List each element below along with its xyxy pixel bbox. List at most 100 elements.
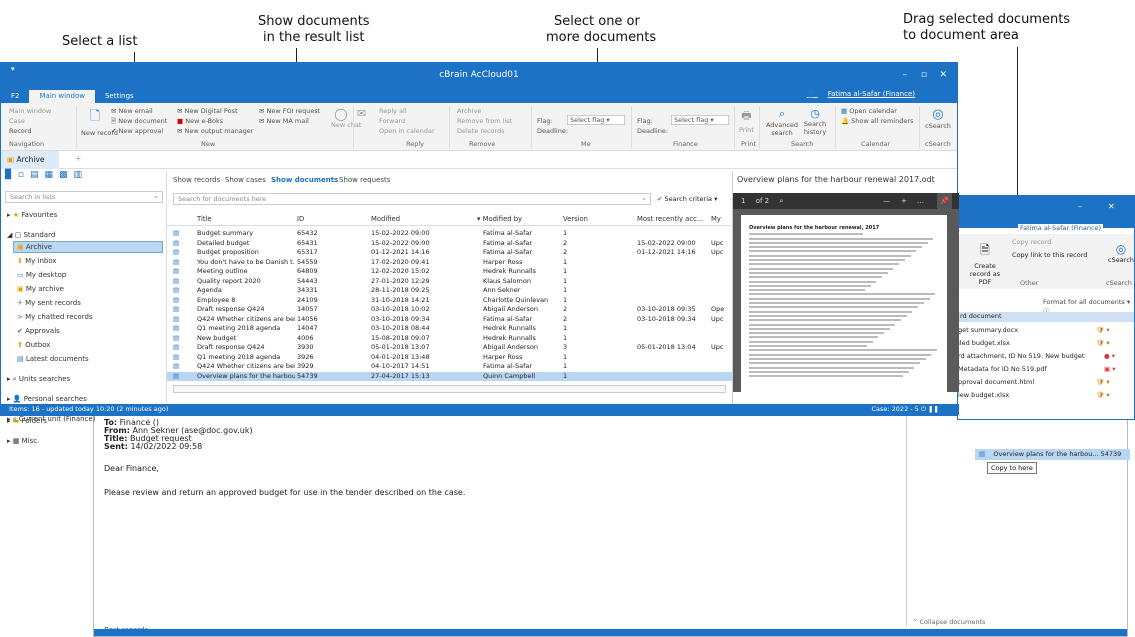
doc-item[interactable]: iew budget.xlsx [958, 391, 1009, 399]
page-number[interactable]: 1 [741, 197, 745, 205]
list-toolbar-icons[interactable]: ▉▫▤▦▩▥ [5, 170, 88, 180]
search-history-button[interactable]: ◷ Search history [803, 107, 827, 136]
print-button[interactable]: 🖶 Print [739, 107, 754, 134]
add-tab-icon[interactable]: + [75, 154, 81, 163]
user-link[interactable]: 👤 Fatima al-Safar (Finance) [797, 88, 935, 101]
tab-show-records[interactable]: Show records [173, 176, 220, 184]
new-foi-request-button[interactable]: ✉ New FOI request [259, 107, 320, 115]
table-row[interactable]: ▤ Draft response Q424 3930 05-01-2018 13:07… [167, 343, 732, 353]
doc-actions-icon[interactable]: 🛡 ▾ [1096, 391, 1110, 399]
user-link[interactable]: Fatima al-Safar (Finance) [1018, 224, 1104, 232]
reply-icon[interactable]: ✉ [357, 107, 366, 120]
list-approvals[interactable]: ✔ Approvals [17, 327, 60, 335]
zoom-in-icon[interactable]: + [901, 193, 907, 209]
table-row[interactable]: ▤ Q1 meeting 2018 agenda 3926 04-01-2018 13… [167, 353, 732, 363]
table-row[interactable]: ▤ Budget proposition 65317 01-12-2021 14:16… [167, 248, 732, 258]
doc-item[interactable]: Metadata for ID No 519.pdf [958, 365, 1047, 373]
maximize-icon[interactable]: ▫ [921, 70, 927, 80]
list-my-inbox[interactable]: ⬇ My inbox [17, 257, 57, 265]
doc-item[interactable]: iled budget.xlsx [958, 339, 1010, 347]
doc-actions-icon[interactable]: ▣ ▾ [1104, 365, 1115, 373]
main-window-button[interactable]: Main window [9, 107, 51, 115]
show-reminders-button[interactable]: 🔔 Show all reminders [841, 117, 913, 125]
new-email-button[interactable]: ✉ New email [111, 107, 153, 115]
list-outbox[interactable]: ⬆ Outbox [17, 341, 50, 349]
tab-f2[interactable]: F2 [1, 90, 29, 103]
table-row[interactable]: ▤ Quality report 2020 54443 27-01-2020 12:2… [167, 277, 732, 287]
doc-actions-icon[interactable]: 🛡 ▾ [1096, 326, 1110, 334]
close-icon[interactable]: ✕ [939, 70, 947, 80]
tree-units-searches[interactable]: ▸ ⌕ Units searches [7, 375, 70, 384]
new-chat-button[interactable]: ◯ New chat [331, 107, 361, 129]
tree-standard[interactable]: ◢ ▢ Standard [7, 231, 55, 239]
pin-icon[interactable]: 📌 [937, 193, 952, 209]
zoom-out-icon[interactable]: — [883, 193, 890, 209]
new-eboks-button[interactable]: ■ New e-Boks [177, 117, 223, 125]
tab-main-window[interactable]: Main window [29, 90, 95, 103]
csearch-button[interactable]: ◎ cSearch [925, 107, 951, 130]
select-flag-dropdown[interactable]: Select flag ▾ [567, 115, 625, 125]
table-row[interactable]: ▤ Q424 Whether citizens are bei... 3929 04-… [167, 362, 732, 372]
list-my-sent[interactable]: ✈ My sent records [17, 299, 81, 307]
copy-record-button[interactable]: Copy record [1012, 238, 1051, 246]
new-approval-button[interactable]: ✔ New approval [111, 127, 163, 135]
table-row[interactable]: ▤ You don't have to be Danish t... 54559 17… [167, 258, 732, 268]
table-row[interactable]: ▤ Draft response Q424 14057 03-10-2018 10:0… [167, 305, 732, 315]
doc-actions-icon[interactable]: 🛡 ▾ [1096, 339, 1110, 347]
reply-all-button[interactable]: Reply all [379, 107, 407, 115]
open-in-calendar-button[interactable]: Open in calendar [379, 127, 435, 135]
tree-misc[interactable]: ▸ ▦ Misc. [7, 437, 39, 445]
new-digital-post-button[interactable]: ✉ New Digital Post [177, 107, 238, 115]
table-row[interactable]: ▤ Detailed budget 65431 15-02-2022 09:00 Fat… [167, 239, 732, 249]
table-row[interactable]: ▤ Q424 Whether citizens are bei... 14056 03… [167, 315, 732, 325]
minimize-icon[interactable]: – [1078, 202, 1082, 211]
search-documents-input[interactable]: Search for documents here ⌕ [173, 193, 651, 205]
record-button[interactable]: Record [9, 127, 31, 135]
list-my-chatted[interactable]: > My chatted records [17, 313, 93, 321]
close-icon[interactable]: ✕ [1108, 202, 1115, 211]
doc-actions-icon[interactable]: ● ▾ [1104, 352, 1115, 360]
list-archive[interactable]: ▣ Archive [17, 243, 52, 251]
create-pdf-button[interactable]: 🗎 Create record as PDF [966, 241, 1004, 286]
search-icon[interactable]: ⌕ [779, 197, 783, 205]
tree-folders[interactable]: ▸ ▬ Folders [7, 417, 47, 425]
csearch-button[interactable]: ◎ cSearch [1108, 242, 1134, 264]
table-row[interactable]: ▤ Budget summary 65432 15-02-2022 09:00 Fati… [167, 229, 732, 239]
more-icon[interactable]: … [917, 193, 924, 209]
new-ma-mail-button[interactable]: ✉ New MA mail [259, 117, 309, 125]
doc-item[interactable]: rd attachment, ID No 519: New budget [958, 352, 1084, 360]
tab-show-cases[interactable]: Show cases [225, 176, 266, 184]
table-row[interactable]: ▤ Overview plans for the harbou... 54739 27… [167, 371, 732, 381]
search-criteria-button[interactable]: ✔ Search criteria ▾ [657, 195, 717, 203]
table-row[interactable]: ▤ Agenda 34331 28-11-2018 09:25 Ann Sekner 1 [167, 286, 732, 296]
table-row[interactable]: ▤ Employee 8 24109 31-10-2018 14:21 Charlott… [167, 296, 732, 306]
tree-favourites[interactable]: ▸ ★ Favourites [7, 211, 57, 219]
tab-settings[interactable]: Settings [95, 90, 144, 103]
delete-records-button[interactable]: Delete records [457, 127, 505, 135]
doc-actions-icon[interactable]: 🛡 ▾ [1096, 378, 1110, 386]
table-row[interactable]: ▤ Meeting outline 64809 12-02-2020 15:02 Hed… [167, 267, 732, 277]
open-calendar-button[interactable]: ▦ Open calendar [841, 107, 897, 115]
list-latest-documents[interactable]: ▤ Latest documents [17, 355, 89, 363]
search-lists-input[interactable]: Search in lists ⌕ [5, 191, 163, 203]
table-row[interactable]: ▤ Q1 meeting 2018 agenda 14047 03-10-2018 0… [167, 324, 732, 334]
horizontal-scrollbar[interactable] [173, 385, 726, 393]
doc-item[interactable]: pproval document.html [958, 378, 1034, 386]
new-output-manager-button[interactable]: ✉ New output manager [177, 127, 253, 135]
list-my-desktop[interactable]: ▭ My desktop [17, 271, 66, 279]
remove-from-list-button[interactable]: Remove from list [457, 117, 512, 125]
table-row[interactable]: ▤ New budget 4006 15-08-2018 09:07 Hedrek Ru… [167, 334, 732, 344]
doc-item[interactable]: get summary.docx [958, 326, 1018, 334]
list-my-archive[interactable]: ▣ My archive [17, 285, 64, 293]
minimize-icon[interactable]: – [903, 70, 908, 80]
tab-show-documents[interactable]: Show documents [271, 176, 338, 184]
tree-personal-searches[interactable]: ▸ 👤 Personal searches [7, 395, 87, 403]
new-record-button[interactable]: 🗋 New record [81, 107, 118, 137]
copy-link-button[interactable]: Copy link to this record [1012, 251, 1097, 259]
select-flag-finance-dropdown[interactable]: Select flag ▾ [671, 115, 729, 125]
advanced-search-button[interactable]: ⌕ Advanced search [765, 107, 799, 137]
case-button[interactable]: Case [9, 117, 25, 125]
collapse-documents-button[interactable]: ⌃ Collapse documents [912, 618, 985, 626]
tab-archive[interactable]: ▣ Archive [1, 151, 59, 169]
forward-button[interactable]: Forward [379, 117, 405, 125]
